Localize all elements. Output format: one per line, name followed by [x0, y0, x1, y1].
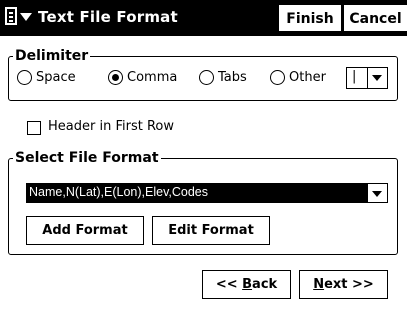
- radio-circle-icon: [270, 70, 285, 85]
- radio-label: Other: [289, 70, 326, 85]
- next-button[interactable]: Next >>: [299, 270, 388, 299]
- next-label: ext >>: [324, 277, 374, 292]
- page-title: Text File Format: [38, 8, 178, 26]
- title-bar: Text File Format Finish Cancel: [0, 0, 407, 36]
- radio-selected-icon: [108, 70, 123, 85]
- other-delimiter-value: |: [352, 69, 357, 84]
- other-delimiter-select[interactable]: |: [346, 67, 388, 89]
- file-format-legend: Select File Format: [13, 149, 161, 167]
- radio-label: Tabs: [218, 70, 247, 85]
- radio-label: Comma: [127, 70, 178, 85]
- edit-format-button[interactable]: Edit Format: [152, 216, 270, 245]
- radio-space[interactable]: Space: [17, 70, 76, 85]
- delimiter-legend: Delimiter: [13, 47, 91, 65]
- radio-label: Space: [36, 70, 76, 85]
- app-menu-button[interactable]: [4, 5, 34, 31]
- header-first-row-checkbox[interactable]: [27, 121, 41, 135]
- next-mnemonic: N: [313, 277, 325, 292]
- finish-button[interactable]: Finish: [279, 5, 341, 31]
- back-label: ack: [252, 277, 278, 292]
- radio-tabs[interactable]: Tabs: [199, 70, 247, 85]
- add-format-button[interactable]: Add Format: [26, 216, 144, 245]
- chevron-down-icon[interactable]: [367, 184, 387, 202]
- radio-comma[interactable]: Comma: [108, 70, 177, 85]
- header-first-row-label: Header in First Row: [48, 119, 174, 134]
- chevron-down-icon[interactable]: [367, 68, 387, 88]
- radio-other[interactable]: Other: [270, 70, 326, 85]
- back-mnemonic: B: [242, 277, 253, 292]
- radio-circle-icon: [199, 70, 214, 85]
- back-button[interactable]: << Back: [202, 270, 291, 299]
- cancel-button[interactable]: Cancel: [344, 5, 407, 31]
- file-format-value: Name,N(Lat),E(Lon),Elev,Codes: [29, 185, 209, 199]
- radio-circle-icon: [17, 70, 32, 85]
- file-format-select[interactable]: Name,N(Lat),E(Lon),Elev,Codes: [26, 183, 388, 203]
- chevron-down-icon: [20, 13, 32, 21]
- back-prefix: <<: [215, 277, 243, 292]
- document-menu-icon: [5, 7, 17, 25]
